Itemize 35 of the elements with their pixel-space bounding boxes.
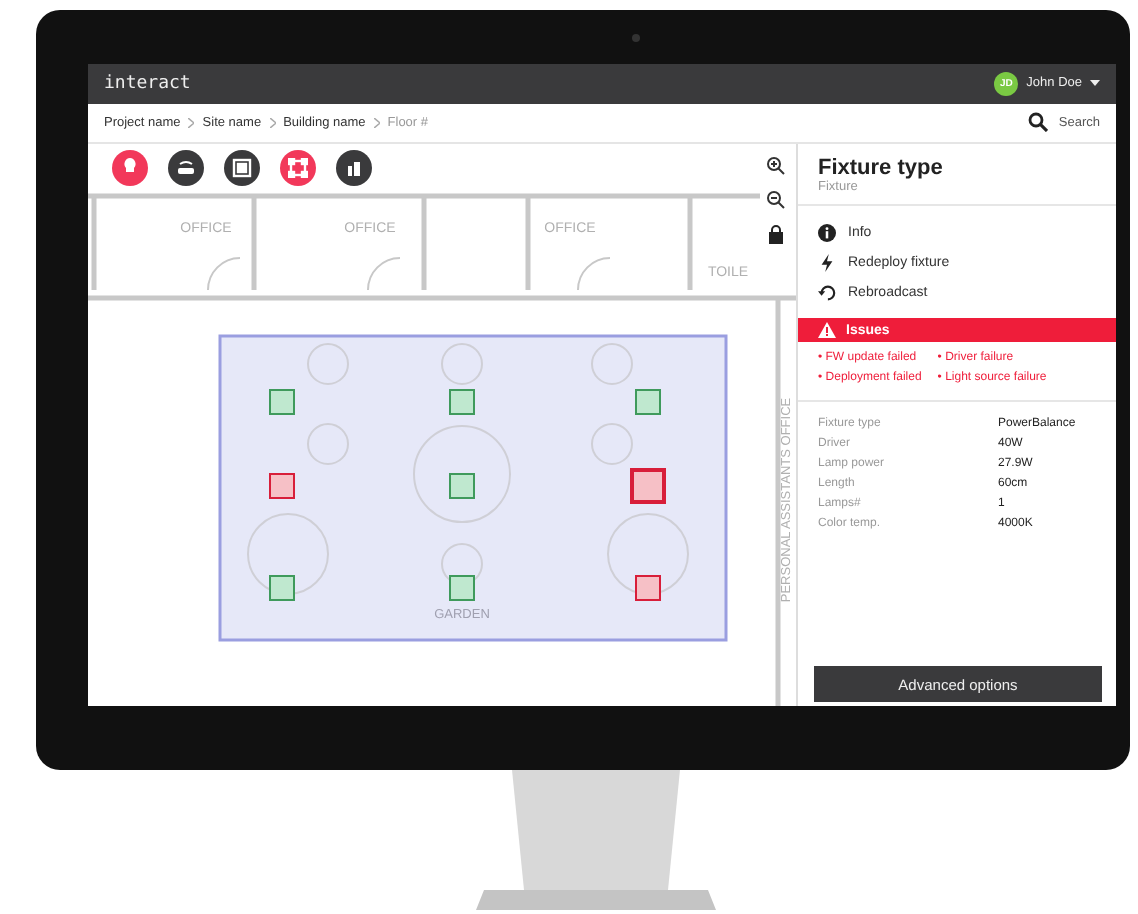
fixture-marker[interactable] bbox=[635, 389, 661, 415]
panel-title: Fixture type bbox=[818, 156, 945, 180]
fixture-marker[interactable] bbox=[635, 575, 661, 601]
refresh-icon bbox=[818, 284, 836, 302]
building-icon bbox=[344, 158, 364, 178]
lock-icon bbox=[768, 224, 784, 244]
fixture-marker[interactable] bbox=[449, 473, 475, 499]
fixture-marker[interactable] bbox=[269, 473, 295, 499]
zoom-out-button[interactable] bbox=[764, 188, 788, 212]
fixture-marker[interactable] bbox=[269, 575, 295, 601]
chevron-icon bbox=[269, 117, 276, 128]
bulb-icon bbox=[120, 158, 140, 178]
zoom-in-button[interactable] bbox=[764, 154, 788, 178]
map-tool-button[interactable] bbox=[224, 150, 260, 186]
fixture-marker[interactable] bbox=[449, 389, 475, 415]
search-icon bbox=[1028, 112, 1049, 133]
info-icon bbox=[818, 224, 836, 242]
square-icon bbox=[232, 158, 252, 178]
frame-icon bbox=[288, 158, 308, 178]
chevron-icon bbox=[188, 117, 195, 128]
fixture-marker[interactable] bbox=[630, 468, 666, 504]
caret-icon[interactable] bbox=[1090, 80, 1100, 87]
lightning-icon bbox=[818, 254, 836, 272]
fixture-marker[interactable] bbox=[269, 389, 295, 415]
map-tool-button[interactable] bbox=[336, 150, 372, 186]
garden-zone[interactable] bbox=[218, 334, 728, 642]
zoom-in-icon bbox=[766, 156, 786, 176]
zoom-out-icon bbox=[766, 190, 786, 210]
chevron-icon bbox=[373, 117, 380, 128]
app-logo: interact bbox=[104, 73, 191, 94]
camera-icon bbox=[632, 34, 640, 42]
device-icon bbox=[176, 158, 196, 178]
lock-button[interactable] bbox=[764, 222, 788, 246]
fixture-marker[interactable] bbox=[449, 575, 475, 601]
map-tool-button[interactable] bbox=[168, 150, 204, 186]
